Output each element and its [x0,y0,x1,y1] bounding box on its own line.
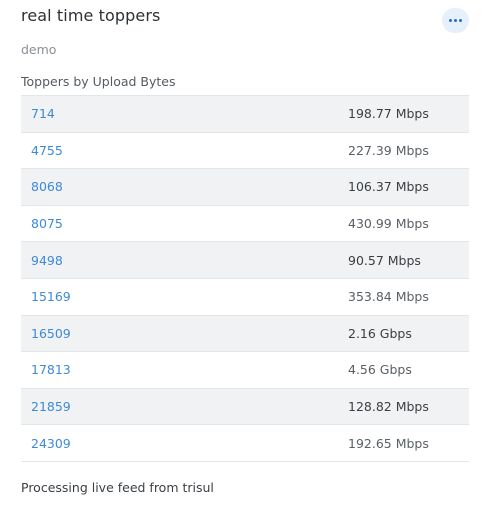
topper-id-link[interactable]: 17813 [21,362,348,377]
topper-value: 90.57 Mbps [348,252,421,268]
topper-value: 198.77 Mbps [348,106,429,122]
topper-id-link[interactable]: 8075 [21,216,348,231]
topper-id-link[interactable]: 9498 [21,253,348,268]
topper-id-link[interactable]: 4755 [21,143,348,158]
topper-value: 128.82 Mbps [348,399,429,415]
section-label: Toppers by Upload Bytes [21,74,176,89]
widget-menu-button[interactable] [442,8,469,33]
table-row: 21859 128.82 Mbps [21,388,469,426]
toppers-table: 714 198.77 Mbps 4755 227.39 Mbps 8068 10… [21,95,469,462]
widget-title: real time toppers [21,6,161,25]
table-row: 9498 90.57 Mbps [21,242,469,279]
status-footer: Processing live feed from trisul [21,480,214,495]
table-row: 8075 430.99 Mbps [21,206,469,243]
topper-value: 106.37 Mbps [348,179,429,195]
topper-id-link[interactable]: 21859 [21,399,348,414]
table-row: 16509 2.16 Gbps [21,315,469,353]
more-horizontal-icon [449,19,462,22]
topper-value: 2.16 Gbps [348,325,412,341]
topper-id-link[interactable]: 714 [21,106,348,121]
topper-value: 192.65 Mbps [348,435,429,451]
topper-id-link[interactable]: 15169 [21,289,348,304]
table-row: 17813 4.56 Gbps [21,352,469,389]
widget-subtitle: demo [21,42,57,57]
topper-id-link[interactable]: 16509 [21,326,348,341]
table-row: 24309 192.65 Mbps [21,425,469,462]
topper-value: 227.39 Mbps [348,142,429,158]
topper-id-link[interactable]: 8068 [21,179,348,194]
table-row: 8068 106.37 Mbps [21,169,469,206]
topper-value: 353.84 Mbps [348,289,429,305]
table-row: 15169 353.84 Mbps [21,279,469,316]
topper-id-link[interactable]: 24309 [21,436,348,451]
table-row: 4755 227.39 Mbps [21,133,469,170]
topper-value: 4.56 Gbps [348,362,412,378]
topper-value: 430.99 Mbps [348,216,429,232]
table-row: 714 198.77 Mbps [21,96,469,133]
